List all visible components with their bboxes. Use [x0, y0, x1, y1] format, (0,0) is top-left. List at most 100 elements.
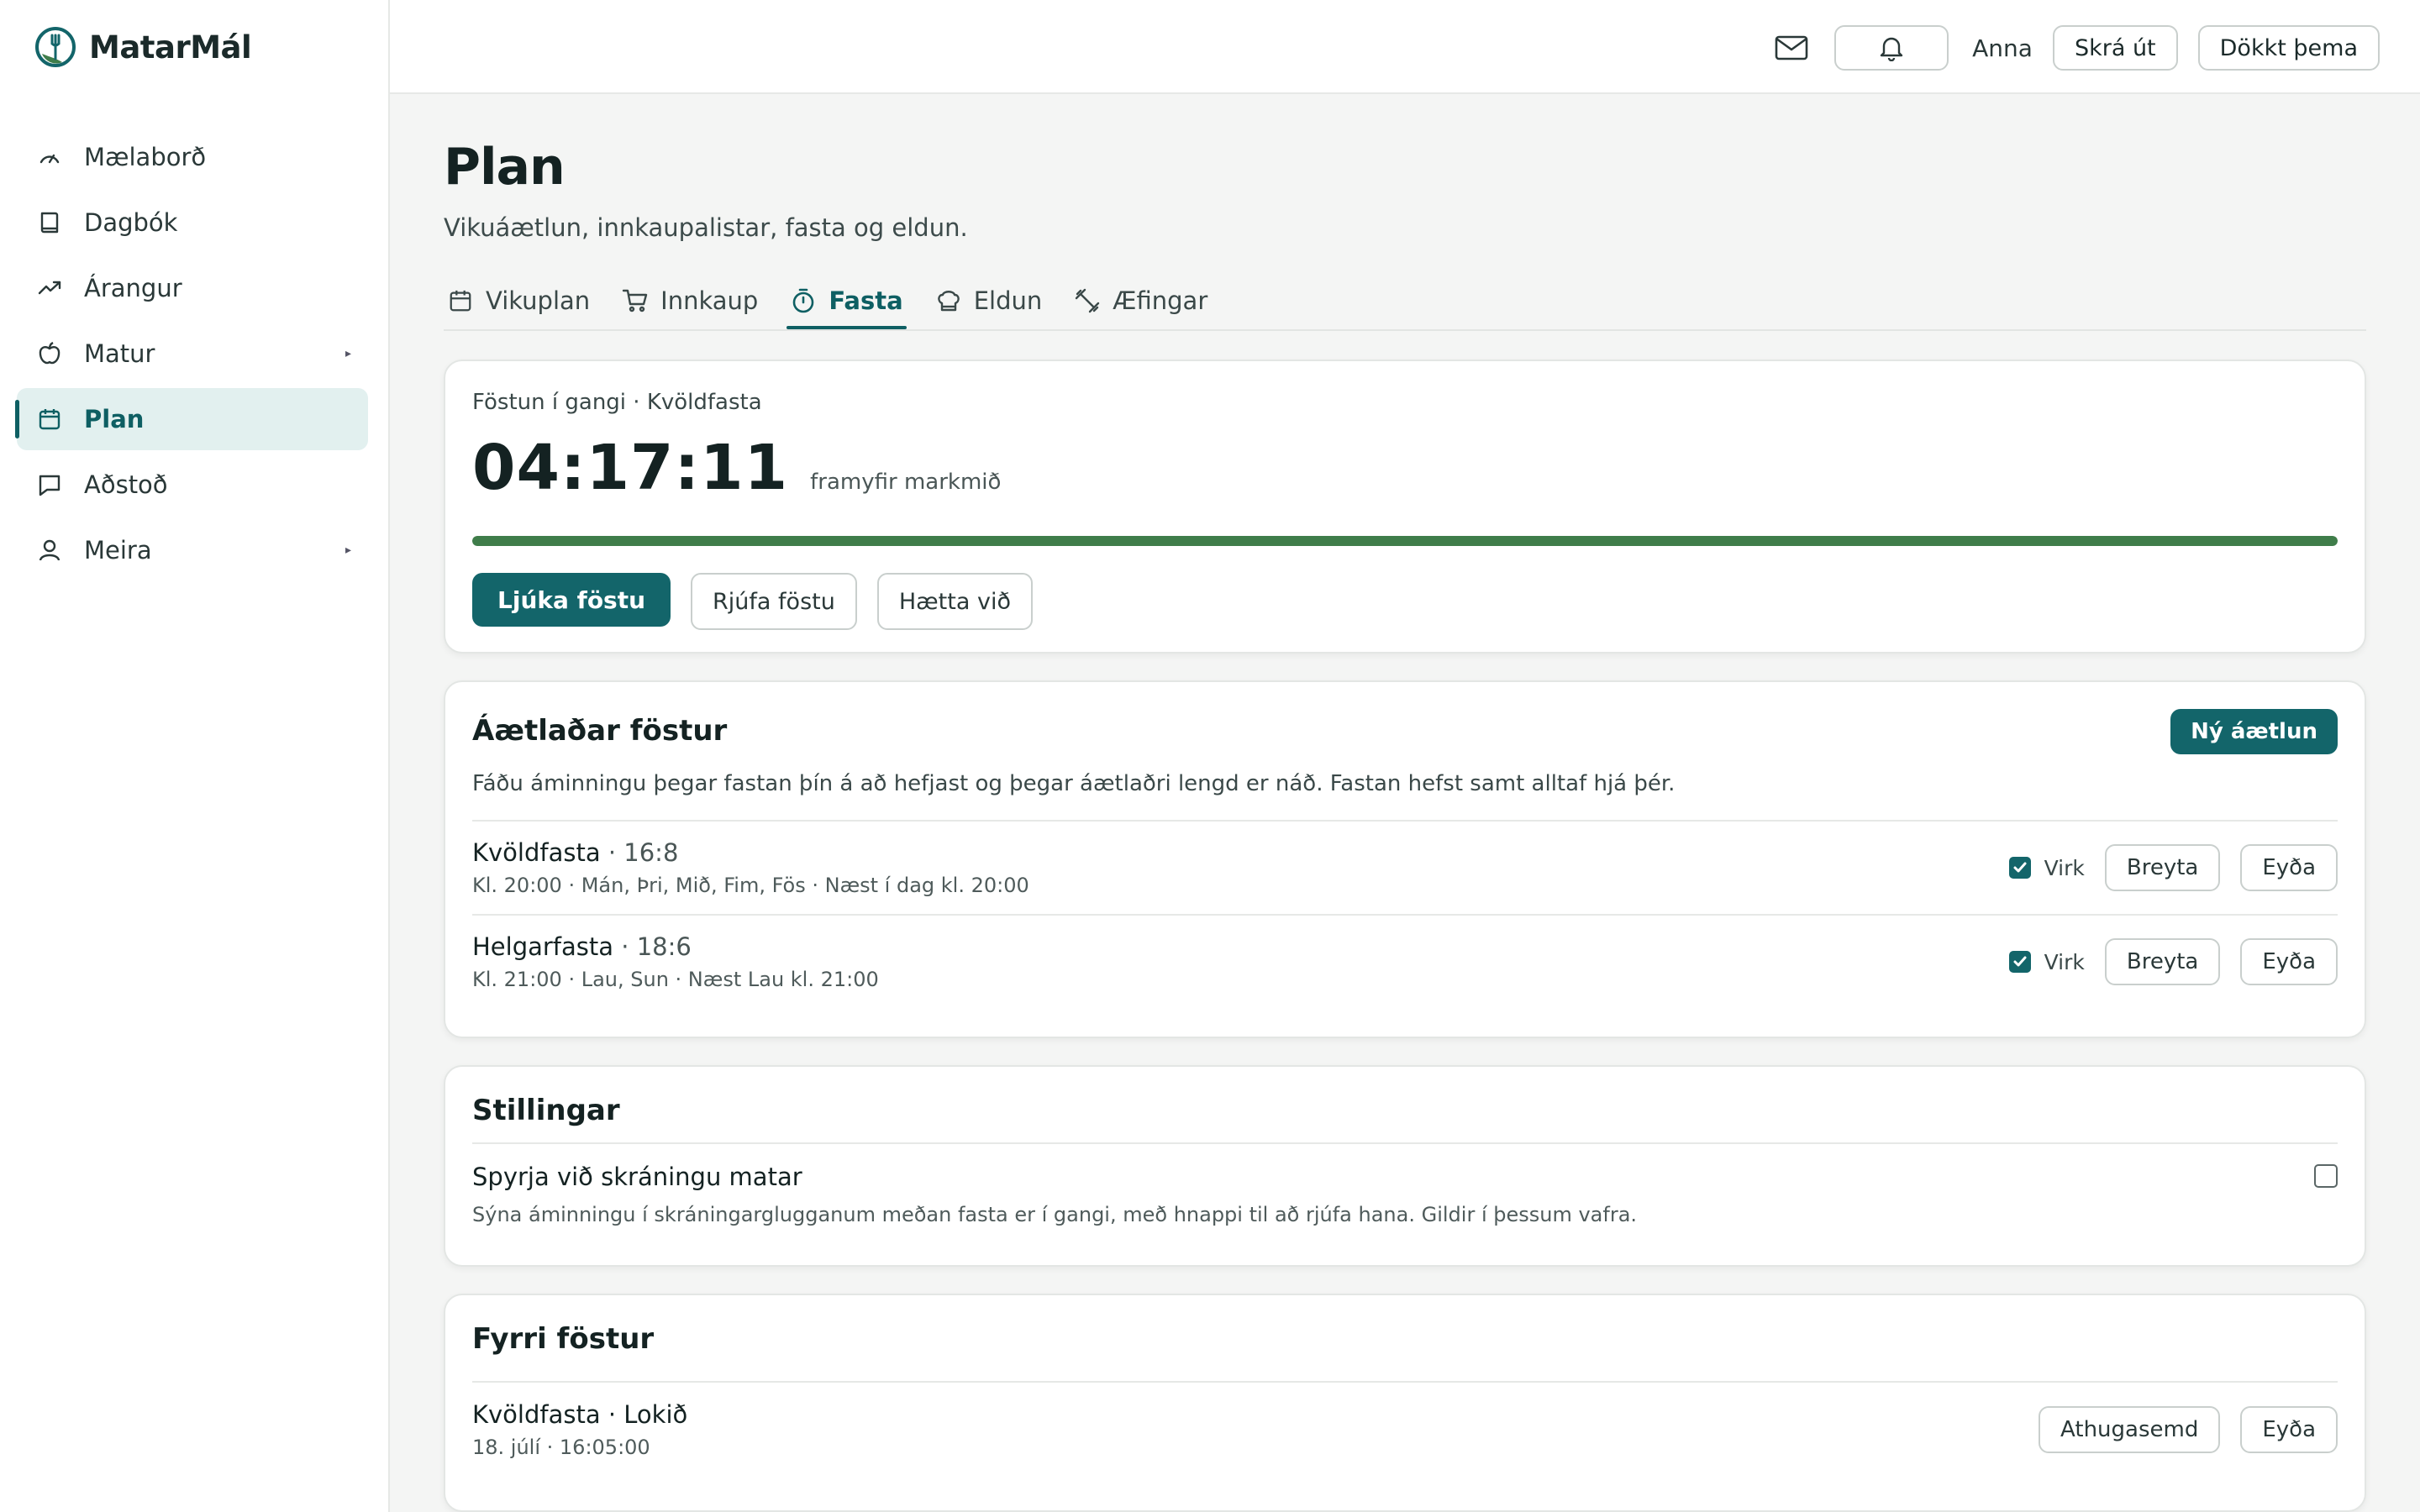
- delete-button[interactable]: Eyða: [2240, 1406, 2338, 1453]
- plan-tabs: Vikuplan Innkaup Fasta Eldun Æfingar: [444, 274, 2366, 331]
- apple-icon: [35, 339, 64, 368]
- theme-toggle-button[interactable]: Dökkt þema: [2197, 25, 2380, 71]
- dumbbell-icon: [1074, 287, 1101, 314]
- delete-button[interactable]: Eyða: [2240, 938, 2338, 985]
- schedule-ratio: · 16:8: [600, 838, 679, 867]
- chevron-right-icon: ▸: [345, 543, 351, 557]
- book-icon: [35, 208, 64, 237]
- schedule-details: Kl. 20:00 · Mán, Þri, Mið, Fim, Fös · Næ…: [472, 874, 1029, 897]
- sidebar-item-adstod[interactable]: Aðstoð: [17, 454, 368, 516]
- fast-timer-note: framyfir markmið: [810, 470, 1002, 495]
- history-item-date: 18. júlí · 16:05:00: [472, 1436, 650, 1459]
- page-title: Plan: [444, 138, 566, 197]
- settings-option-description: Sýna áminningu í skráningarglugganum með…: [472, 1203, 1638, 1226]
- sidebar-item-matur[interactable]: Matur ▸: [17, 323, 368, 385]
- tab-fasta[interactable]: Fasta: [786, 274, 908, 329]
- sidebar-item-label: Aðstoð: [84, 470, 168, 499]
- logo-icon: [35, 27, 76, 67]
- delete-button[interactable]: Eyða: [2240, 844, 2338, 891]
- tab-vikuplan[interactable]: Vikuplan: [444, 274, 593, 328]
- sidebar-item-meira[interactable]: Meira ▸: [17, 519, 368, 581]
- edit-button[interactable]: Breyta: [2104, 938, 2221, 985]
- sidebar-item-label: Dagbók: [84, 208, 178, 237]
- chat-icon: [35, 470, 64, 499]
- gauge-icon: [35, 143, 64, 171]
- active-fast-label: Föstun í gangi · Kvöldfasta: [472, 390, 762, 415]
- sidebar-item-label: Mælaborð: [84, 143, 207, 171]
- tab-eldun[interactable]: Eldun: [932, 274, 1046, 328]
- logout-button[interactable]: Skrá út: [2052, 25, 2178, 71]
- main-content: Plan Vikuáætlun, innkaupalistar, fasta o…: [444, 92, 2366, 1512]
- calendar-icon: [447, 287, 474, 314]
- history-card: Fyrri föstur Kvöldfasta · Lokið 18. júlí…: [444, 1294, 2366, 1512]
- mail-button[interactable]: [1770, 27, 1812, 69]
- history-item-title: Kvöldfasta · Lokið: [472, 1400, 688, 1429]
- edit-button[interactable]: Breyta: [2104, 844, 2221, 891]
- scheduled-fasts-description: Fáðu áminningu þegar fastan þín á að hef…: [472, 771, 1676, 796]
- top-bar: Anna Skrá út Dökkt þema: [390, 0, 2420, 94]
- tab-label: Eldun: [973, 286, 1043, 315]
- settings-option: Spyrja við skráningu matar Sýna áminning…: [472, 1142, 2338, 1235]
- trending-up-icon: [35, 274, 64, 302]
- sidebar-item-label: Matur: [84, 339, 155, 368]
- timer-icon: [790, 287, 817, 314]
- tab-label: Fasta: [829, 286, 903, 315]
- check-icon: [2013, 862, 2027, 873]
- tab-innkaup[interactable]: Innkaup: [618, 274, 761, 328]
- settings-card: Stillingar Spyrja við skráningu matar Sý…: [444, 1065, 2366, 1267]
- schedule-details: Kl. 21:00 · Lau, Sun · Næst Lau kl. 21:0…: [472, 968, 879, 991]
- break-fast-button[interactable]: Rjúfa föstu: [691, 573, 857, 630]
- sidebar-nav: Mælaborð Dagbók Árangur Matur ▸ Plan Aðs…: [15, 126, 368, 585]
- schedule-name: Kvöldfasta: [472, 838, 601, 867]
- active-label: Virk: [2044, 949, 2085, 974]
- fast-progress-fill: [472, 536, 2338, 546]
- calendar-icon: [35, 405, 64, 433]
- check-icon: [2013, 956, 2027, 967]
- cancel-fast-button[interactable]: Hætta við: [876, 573, 1033, 630]
- active-checkbox[interactable]: [2008, 857, 2031, 879]
- settings-title: Stillingar: [472, 1094, 620, 1127]
- schedule-title: Helgarfasta · 18:6: [472, 932, 879, 961]
- scheduled-fasts-title: Áætlaðar föstur: [472, 714, 728, 748]
- tab-label: Innkaup: [660, 286, 759, 315]
- sidebar-item-label: Árangur: [84, 274, 182, 302]
- cart-icon: [622, 287, 649, 314]
- history-title: Fyrri föstur: [472, 1322, 655, 1356]
- sidebar-item-arangur[interactable]: Árangur: [17, 257, 368, 319]
- new-schedule-button[interactable]: Ný áætlun: [2170, 709, 2338, 754]
- finish-fast-button[interactable]: Ljúka föstu: [472, 573, 671, 627]
- schedule-name: Helgarfasta: [472, 932, 614, 961]
- bell-icon: [1880, 37, 1903, 61]
- fast-timer: 04:17:11: [472, 432, 789, 504]
- active-fast-card: Föstun í gangi · Kvöldfasta 04:17:11 fra…: [444, 360, 2366, 654]
- chef-hat-icon: [935, 287, 962, 314]
- sidebar-item-label: Meira: [84, 536, 152, 564]
- schedule-title: Kvöldfasta · 16:8: [472, 838, 1029, 867]
- mail-icon: [1775, 35, 1808, 60]
- user-name: Anna: [1972, 34, 2033, 62]
- app-name: MatarMál: [89, 29, 252, 66]
- active-checkbox[interactable]: [2008, 951, 2031, 973]
- list-item: Kvöldfasta · Lokið 18. júlí · 16:05:00 A…: [472, 1381, 2338, 1477]
- sidebar-item-plan[interactable]: Plan: [15, 388, 368, 450]
- settings-option-title: Spyrja við skráningu matar: [472, 1163, 802, 1191]
- active-label: Virk: [2044, 855, 2085, 880]
- ask-on-log-checkbox[interactable]: [2314, 1164, 2338, 1188]
- list-item: Helgarfasta · 18:6 Kl. 21:00 · Lau, Sun …: [472, 914, 2338, 1008]
- fast-progress-bar: [472, 536, 2338, 546]
- sidebar-item-label: Plan: [84, 405, 145, 433]
- sidebar-item-maelabord[interactable]: Mælaborð: [17, 126, 368, 188]
- notifications-button[interactable]: [1834, 25, 1949, 71]
- page-subtitle: Vikuáætlun, innkaupalistar, fasta og eld…: [444, 213, 968, 242]
- scheduled-fasts-card: Áætlaðar föstur Ný áætlun Fáðu áminningu…: [444, 680, 2366, 1038]
- tab-label: Æfingar: [1113, 286, 1208, 315]
- schedule-ratio: · 18:6: [613, 932, 692, 961]
- sidebar-item-dagbok[interactable]: Dagbók: [17, 192, 368, 254]
- app-logo[interactable]: MatarMál: [34, 25, 252, 69]
- chevron-right-icon: ▸: [345, 347, 351, 360]
- note-button[interactable]: Athugasemd: [2039, 1406, 2221, 1453]
- sidebar: MatarMál Mælaborð Dagbók Árangur Matur ▸…: [0, 0, 390, 1512]
- list-item: Kvöldfasta · 16:8 Kl. 20:00 · Mán, Þri, …: [472, 820, 2338, 914]
- tab-label: Vikuplan: [486, 286, 591, 315]
- tab-aefingar[interactable]: Æfingar: [1071, 274, 1211, 328]
